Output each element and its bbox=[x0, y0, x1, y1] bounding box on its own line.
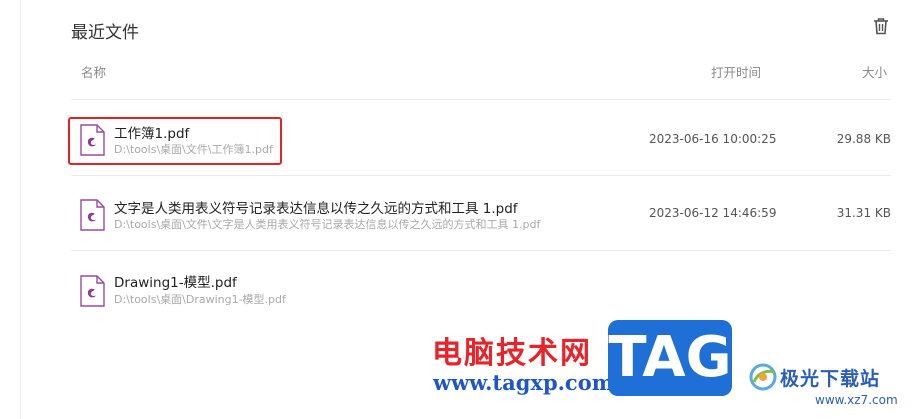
trash-icon[interactable] bbox=[871, 16, 891, 36]
row-divider bbox=[71, 175, 891, 176]
file-name: 文字是人类用表义符号记录表达信息以传之久远的方式和工具 1.pdf bbox=[114, 201, 518, 217]
header-divider bbox=[71, 99, 891, 100]
pdf-file-icon bbox=[80, 275, 105, 307]
file-size: 31.31 KB bbox=[836, 206, 891, 220]
aurora-logo-icon bbox=[749, 363, 777, 391]
pdf-file-icon bbox=[80, 199, 105, 231]
watermark-tag-logo: TAG bbox=[608, 320, 732, 396]
file-row[interactable]: Drawing1-模型.pdf D:\tools\桌面\Drawing1-模型.… bbox=[71, 261, 891, 321]
watermark-site-url: www.tagxp.com bbox=[433, 370, 614, 395]
file-path: D:\tools\桌面\Drawing1-模型.pdf bbox=[114, 293, 286, 306]
left-divider bbox=[20, 0, 21, 419]
watermark-site-name: 电脑技术网 bbox=[432, 336, 592, 371]
file-size: 29.88 KB bbox=[836, 132, 891, 146]
file-path: D:\tools\桌面\文件\文字是人类用表义符号记录表达信息以传之久远的方式和… bbox=[114, 218, 541, 231]
column-header-name[interactable]: 名称 bbox=[81, 62, 106, 81]
column-header-size[interactable]: 大小 bbox=[862, 62, 887, 81]
panel-title: 最近文件 bbox=[71, 23, 139, 43]
highlight-box bbox=[68, 117, 282, 165]
file-row[interactable]: 文字是人类用表义符号记录表达信息以传之久远的方式和工具 1.pdf D:\too… bbox=[71, 184, 891, 244]
watermark-brand-name: 极光下载站 bbox=[780, 368, 881, 390]
column-header-time[interactable]: 打开时间 bbox=[711, 62, 761, 81]
file-open-time: 2023-06-16 10:00:25 bbox=[649, 132, 777, 146]
watermark-brand-url: www.xz7.com bbox=[815, 393, 898, 407]
file-name: Drawing1-模型.pdf bbox=[114, 275, 237, 291]
file-open-time: 2023-06-12 14:46:59 bbox=[649, 206, 777, 220]
row-divider bbox=[71, 250, 891, 251]
